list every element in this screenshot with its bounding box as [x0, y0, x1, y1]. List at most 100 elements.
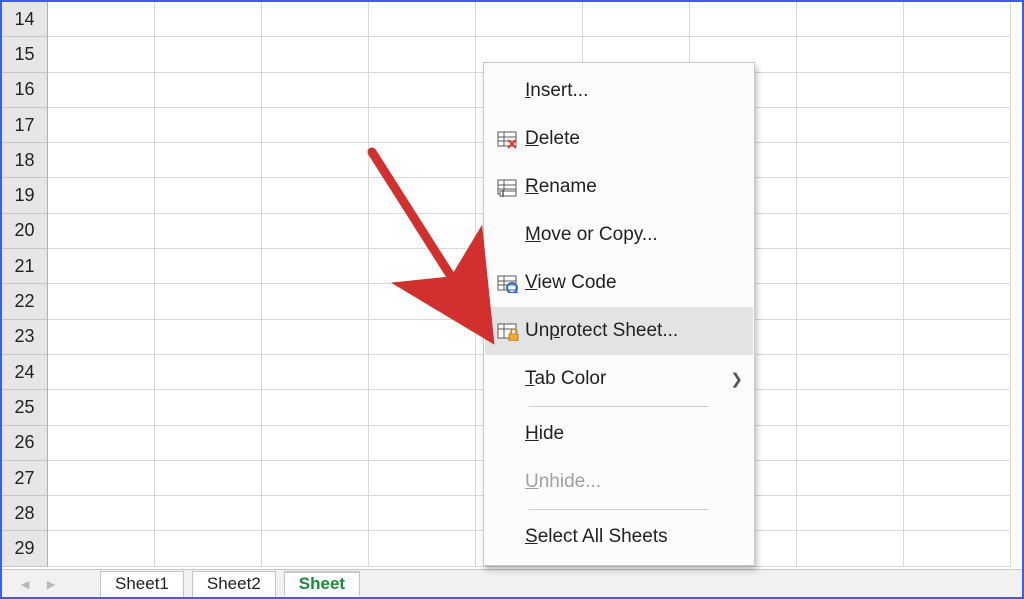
cell[interactable]	[797, 426, 904, 461]
cell[interactable]	[369, 178, 476, 213]
cell[interactable]	[48, 73, 155, 108]
cell[interactable]	[369, 108, 476, 143]
cell[interactable]	[904, 426, 1011, 461]
cell[interactable]	[797, 355, 904, 390]
cell[interactable]	[904, 496, 1011, 531]
cell[interactable]	[369, 461, 476, 496]
cell[interactable]	[690, 2, 797, 37]
cell[interactable]	[155, 390, 262, 425]
cell[interactable]	[904, 143, 1011, 178]
cell[interactable]	[369, 2, 476, 37]
menu-tab-color[interactable]: Tab Color ❯	[485, 355, 753, 403]
cell[interactable]	[369, 531, 476, 566]
row-header[interactable]: 21	[2, 249, 48, 284]
menu-select-all-sheets[interactable]: Select All Sheets	[485, 513, 753, 561]
cell[interactable]	[262, 178, 369, 213]
cell[interactable]	[48, 37, 155, 72]
cell[interactable]	[797, 249, 904, 284]
cell[interactable]	[48, 426, 155, 461]
menu-hide[interactable]: Hide	[485, 410, 753, 458]
cell[interactable]	[262, 284, 369, 319]
menu-move-or-copy[interactable]: Move or Copy...	[485, 211, 753, 259]
cell[interactable]	[797, 284, 904, 319]
cell[interactable]	[904, 531, 1011, 566]
menu-unprotect-sheet[interactable]: Unprotect Sheet...	[485, 307, 753, 355]
cell[interactable]	[262, 37, 369, 72]
cell[interactable]	[904, 249, 1011, 284]
cell[interactable]	[904, 320, 1011, 355]
cell[interactable]	[155, 108, 262, 143]
cell[interactable]	[262, 214, 369, 249]
cell[interactable]	[155, 355, 262, 390]
cell[interactable]	[797, 390, 904, 425]
cell[interactable]	[369, 37, 476, 72]
cell[interactable]	[369, 73, 476, 108]
cell[interactable]	[262, 2, 369, 37]
row-header[interactable]: 15	[2, 37, 48, 72]
cell[interactable]	[262, 73, 369, 108]
cell[interactable]	[904, 2, 1011, 37]
cell[interactable]	[797, 496, 904, 531]
cell[interactable]	[904, 390, 1011, 425]
cell[interactable]	[262, 143, 369, 178]
row-header[interactable]: 14	[2, 2, 48, 37]
sheet-tab[interactable]: Sheet1	[100, 571, 184, 597]
cell[interactable]	[904, 461, 1011, 496]
cell[interactable]	[904, 284, 1011, 319]
sheet-tab-active[interactable]: Sheet	[284, 571, 360, 597]
row-header[interactable]: 27	[2, 461, 48, 496]
cell[interactable]	[797, 320, 904, 355]
cell[interactable]	[904, 108, 1011, 143]
cell[interactable]	[369, 214, 476, 249]
cell[interactable]	[155, 320, 262, 355]
cell[interactable]	[155, 2, 262, 37]
menu-rename[interactable]: Rename	[485, 163, 753, 211]
row-header[interactable]: 28	[2, 496, 48, 531]
cell[interactable]	[262, 390, 369, 425]
row-header[interactable]: 16	[2, 73, 48, 108]
menu-delete[interactable]: Delete	[485, 115, 753, 163]
cell[interactable]	[797, 37, 904, 72]
row-header[interactable]: 24	[2, 355, 48, 390]
cell[interactable]	[48, 320, 155, 355]
row-header[interactable]: 18	[2, 143, 48, 178]
cell[interactable]	[797, 531, 904, 566]
cell[interactable]	[904, 73, 1011, 108]
cell[interactable]	[369, 249, 476, 284]
cell[interactable]	[904, 37, 1011, 72]
sheet-tab[interactable]: Sheet2	[192, 571, 276, 597]
cell[interactable]	[476, 2, 583, 37]
cell[interactable]	[155, 249, 262, 284]
row-header[interactable]: 23	[2, 320, 48, 355]
row-header[interactable]: 29	[2, 531, 48, 566]
cell[interactable]	[262, 461, 369, 496]
cell[interactable]	[48, 496, 155, 531]
row-header[interactable]: 26	[2, 426, 48, 461]
tab-scroll-left-icon[interactable]: ◄	[12, 574, 38, 594]
row-header[interactable]: 17	[2, 108, 48, 143]
cell[interactable]	[155, 284, 262, 319]
cell[interactable]	[369, 355, 476, 390]
cell[interactable]	[262, 320, 369, 355]
cell[interactable]	[797, 2, 904, 37]
cell[interactable]	[155, 461, 262, 496]
cell[interactable]	[583, 2, 690, 37]
menu-insert[interactable]: Insert...	[485, 67, 753, 115]
cell[interactable]	[48, 143, 155, 178]
cell[interactable]	[369, 390, 476, 425]
cell[interactable]	[904, 178, 1011, 213]
cell[interactable]	[262, 249, 369, 284]
cell[interactable]	[155, 37, 262, 72]
cell[interactable]	[797, 461, 904, 496]
cell[interactable]	[369, 320, 476, 355]
cell[interactable]	[155, 214, 262, 249]
cell[interactable]	[262, 108, 369, 143]
cell[interactable]	[797, 178, 904, 213]
cell[interactable]	[904, 214, 1011, 249]
cell[interactable]	[48, 108, 155, 143]
cell[interactable]	[797, 143, 904, 178]
row-header[interactable]: 25	[2, 390, 48, 425]
cell[interactable]	[48, 390, 155, 425]
cell[interactable]	[48, 178, 155, 213]
cell[interactable]	[155, 496, 262, 531]
